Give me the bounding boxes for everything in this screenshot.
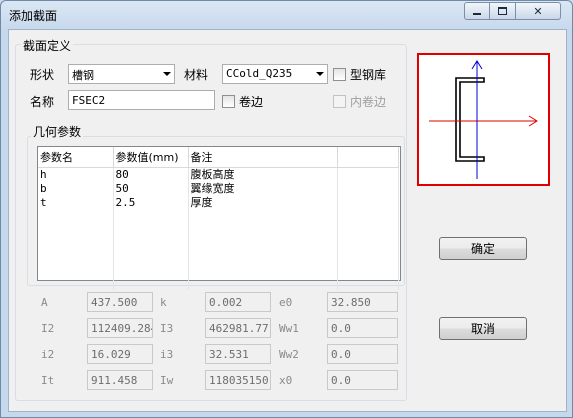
dialog-window: 添加截面 ✕ 截面定义 形状 槽钢 材料 CCold_Q235 型钢库 名称 F… bbox=[0, 0, 573, 418]
parameter-table: 参数名 参数值(mm) 备注 h 80 腹板高度 b 50 翼缘宽度 t 2.5… bbox=[38, 147, 399, 290]
prop-value: 911.458 bbox=[87, 370, 153, 390]
table-row[interactable]: h 80 腹板高度 bbox=[38, 167, 399, 182]
column-header[interactable]: 备注 bbox=[188, 147, 338, 168]
shape-select[interactable]: 槽钢 bbox=[68, 64, 175, 84]
minimize-icon bbox=[473, 13, 481, 15]
geometry-group-label: 几何参数 bbox=[31, 123, 84, 140]
section-definition-label: 截面定义 bbox=[21, 37, 74, 54]
column-header-empty bbox=[337, 147, 399, 168]
prop-value: 0.0 bbox=[327, 344, 398, 364]
prop-label: Iw bbox=[160, 374, 174, 387]
close-button[interactable]: ✕ bbox=[516, 2, 561, 20]
shape-select-value: 槽钢 bbox=[72, 69, 94, 82]
channel-section-shape bbox=[455, 77, 485, 162]
parameter-grid[interactable]: 参数名 参数值(mm) 备注 h 80 腹板高度 b 50 翼缘宽度 t 2.5… bbox=[37, 146, 401, 290]
table-header-row: 参数名 参数值(mm) 备注 bbox=[38, 147, 399, 168]
name-label: 名称 bbox=[30, 95, 55, 109]
prop-value: 32.850 bbox=[327, 292, 398, 312]
steel-lib-checkbox[interactable]: 型钢库 bbox=[333, 66, 386, 83]
title-bar[interactable]: 添加截面 ✕ bbox=[1, 1, 572, 27]
param-name-cell[interactable]: t bbox=[38, 196, 114, 210]
prop-value: 0.0 bbox=[327, 370, 398, 390]
column-header[interactable]: 参数名 bbox=[38, 147, 114, 168]
prop-label: I3 bbox=[160, 322, 174, 335]
prop-value: 462981.771 bbox=[205, 318, 271, 338]
table-row[interactable]: t 2.5 厚度 bbox=[38, 196, 399, 210]
shape-label: 形状 bbox=[30, 68, 55, 82]
prop-label: i3 bbox=[160, 348, 174, 361]
curl-edge-label: 卷边 bbox=[239, 95, 264, 109]
prop-value: 437.500 bbox=[87, 292, 153, 312]
curl-edge-checkbox[interactable]: 卷边 bbox=[222, 93, 263, 110]
material-select[interactable]: CCold_Q235 bbox=[222, 64, 328, 84]
prop-value: 0.0 bbox=[327, 318, 398, 338]
prop-value: 16.029 bbox=[87, 344, 153, 364]
close-icon: ✕ bbox=[533, 4, 543, 18]
dialog-client: 截面定义 形状 槽钢 材料 CCold_Q235 型钢库 名称 FSEC2 卷边… bbox=[8, 29, 567, 412]
maximize-icon bbox=[498, 7, 507, 15]
param-name-cell[interactable]: h bbox=[38, 167, 114, 182]
param-note-cell[interactable]: 腹板高度 bbox=[188, 167, 338, 182]
prop-value: 118035150. bbox=[205, 370, 271, 390]
prop-value: 32.531 bbox=[205, 344, 271, 364]
maximize-button[interactable] bbox=[490, 2, 516, 20]
param-value-cell[interactable]: 50 bbox=[113, 182, 189, 196]
empty-cell bbox=[337, 182, 399, 196]
material-label: 材料 bbox=[184, 68, 209, 82]
prop-value: 112409.284 bbox=[87, 318, 153, 338]
param-value-cell[interactable]: 80 bbox=[113, 167, 189, 182]
checkbox-icon bbox=[333, 95, 346, 108]
param-note-cell[interactable]: 厚度 bbox=[188, 196, 338, 210]
prop-label: x0 bbox=[279, 374, 293, 387]
material-select-value: CCold_Q235 bbox=[226, 67, 293, 80]
inner-curl-checkbox[interactable]: 内卷边 bbox=[333, 93, 386, 110]
prop-label: Ww2 bbox=[279, 348, 299, 361]
prop-label: A bbox=[41, 296, 48, 309]
column-header[interactable]: 参数值(mm) bbox=[113, 147, 189, 168]
param-name-cell[interactable]: b bbox=[38, 182, 114, 196]
param-value-cell[interactable]: 2.5 bbox=[113, 196, 189, 210]
prop-label: i2 bbox=[41, 348, 55, 361]
name-field[interactable]: FSEC2 bbox=[68, 90, 215, 110]
empty-cell bbox=[337, 167, 399, 182]
checkbox-icon bbox=[222, 95, 235, 108]
empty-cell bbox=[337, 196, 399, 210]
section-preview bbox=[417, 53, 550, 186]
ok-button[interactable]: 确定 bbox=[439, 237, 527, 260]
prop-label: Ww1 bbox=[279, 322, 299, 335]
chevron-down-icon bbox=[163, 72, 171, 76]
minimize-button[interactable] bbox=[464, 2, 490, 20]
prop-label: e0 bbox=[279, 296, 293, 309]
chevron-down-icon bbox=[316, 72, 324, 76]
cancel-button[interactable]: 取消 bbox=[439, 317, 527, 340]
inner-curl-label: 内卷边 bbox=[350, 95, 387, 109]
table-row[interactable]: b 50 翼缘宽度 bbox=[38, 182, 399, 196]
prop-value: 0.002 bbox=[205, 292, 271, 312]
prop-label: It bbox=[41, 374, 55, 387]
checkbox-icon bbox=[333, 68, 346, 81]
steel-lib-label: 型钢库 bbox=[350, 68, 387, 82]
channel-section-drawing bbox=[429, 60, 538, 179]
param-note-cell[interactable]: 翼缘宽度 bbox=[188, 182, 338, 196]
prop-label: k bbox=[160, 296, 167, 309]
prop-label: I2 bbox=[41, 322, 55, 335]
window-title: 添加截面 bbox=[9, 9, 58, 23]
